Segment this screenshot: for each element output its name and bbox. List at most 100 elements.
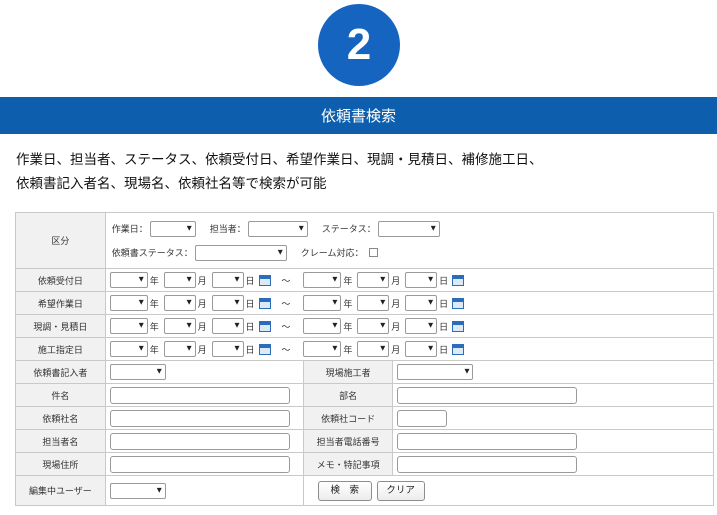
button-cell: 検 索 クリア [302,475,715,506]
day-select[interactable] [405,295,438,311]
year-select[interactable] [303,341,342,357]
day-unit: 日 [245,299,255,310]
date-row: 希望作業日 年 月 日 ～ 年 月 日 [15,291,715,315]
month-unit: 月 [391,345,401,356]
henshuu-user-select[interactable] [109,482,166,499]
kinyusha-select[interactable] [109,364,166,380]
kenmei-cell [104,383,304,407]
tantousha-select[interactable] [247,220,308,237]
month-unit: 月 [197,299,207,310]
tantousha-name-input[interactable] [109,432,290,450]
month-select[interactable] [357,341,390,357]
range-tilde: ～ [281,276,291,287]
day-unit: 日 [245,345,255,356]
date-row: 依頼受付日 年 月 日 ～ 年 月 日 [15,268,715,292]
calendar-icon[interactable] [258,343,271,355]
search-button[interactable]: 検 索 [317,480,372,501]
description-line: 依頼書記入者名、現場名、依頼社名等で検索が可能 [16,176,327,192]
year-unit: 年 [343,299,353,310]
tantousha-label: 担当者： [209,225,246,235]
month-select[interactable] [163,295,196,311]
calendar-icon[interactable] [452,274,465,286]
henshuu-user-cell [104,475,304,506]
range-tilde: ～ [281,299,291,310]
calendar-icon[interactable] [258,297,271,309]
calendar-icon[interactable] [452,320,465,332]
memo-cell [392,452,714,476]
month-unit: 月 [197,276,207,287]
tantousha-name-label: 担当者名 [15,429,106,453]
day-select[interactable] [211,272,244,288]
year-unit: 年 [149,276,159,287]
year-select[interactable] [109,295,148,311]
month-select[interactable] [163,341,196,357]
genba-sekou-label: 現場施工者 [302,360,394,384]
search-description: 作業日、担当者、ステータス、依頼受付日、希望作業日、現調・見積日、補修施工日、 … [16,148,706,196]
irai-status-select[interactable] [194,244,287,261]
banner-title: 依頼書検索 [320,107,396,125]
heyamei-input[interactable] [397,386,578,404]
status-label: ステータス： [321,225,376,235]
genba-address-cell [104,452,304,476]
day-select[interactable] [405,341,438,357]
iraisha-code-input[interactable] [397,409,448,427]
year-select[interactable] [109,341,148,357]
memo-input[interactable] [397,455,578,473]
day-select[interactable] [211,318,244,334]
month-unit: 月 [391,322,401,333]
clear-button[interactable]: クリア [376,480,425,501]
year-select[interactable] [109,318,148,334]
date-range-cell: 年 月 日 ～ 年 月 日 [104,337,715,361]
year-select[interactable] [303,295,342,311]
tantousha-tel-input[interactable] [397,432,578,450]
range-tilde: ～ [281,345,291,356]
sagyoubi-label: 作業日： [111,225,148,235]
year-unit: 年 [343,345,353,356]
day-unit: 日 [439,299,449,310]
calendar-icon[interactable] [452,297,465,309]
date-row: 現調・見積日 年 月 日 ～ 年 月 日 [15,314,715,338]
year-select[interactable] [303,272,342,288]
date-range-cell: 年 月 日 ～ 年 月 日 [104,268,715,292]
month-select[interactable] [163,272,196,288]
month-select[interactable] [163,318,196,334]
day-select[interactable] [211,295,244,311]
date-row-label: 依頼受付日 [15,268,106,292]
iraisha-code-label: 依頼社コード [302,406,394,430]
calendar-icon[interactable] [258,320,271,332]
day-unit: 日 [245,276,255,287]
range-tilde: ～ [281,322,291,333]
month-select[interactable] [357,295,390,311]
tantousha-tel-cell [392,429,714,453]
day-unit: 日 [439,322,449,333]
month-select[interactable] [357,318,390,334]
month-select[interactable] [357,272,390,288]
iraisha-cell [104,406,304,430]
description-line: 作業日、担当者、ステータス、依頼受付日、希望作業日、現調・見積日、補修施工日、 [16,152,543,168]
genba-sekou-select[interactable] [397,364,474,380]
year-unit: 年 [343,276,353,287]
tantousha-name-cell [104,429,304,453]
status-select[interactable] [377,220,440,237]
year-select[interactable] [109,272,148,288]
day-select[interactable] [405,272,438,288]
year-select[interactable] [303,318,342,334]
date-row-label: 現調・見積日 [15,314,106,338]
kinyusha-cell [104,360,304,384]
day-select[interactable] [405,318,438,334]
calendar-icon[interactable] [452,343,465,355]
genba-sekou-cell [392,360,714,384]
date-row-label: 希望作業日 [15,291,106,315]
claim-checkbox[interactable] [368,248,378,257]
sagyoubi-select[interactable] [149,220,196,237]
kenmei-input[interactable] [109,386,290,404]
kubun-label: 区分 [15,212,106,269]
date-row-label: 施工指定日 [15,337,106,361]
iraisha-code-cell [392,406,714,430]
kubun-cell: 作業日： 担当者： ステータス： 依頼書ステータス： クレーム対応： [104,212,715,269]
calendar-icon[interactable] [258,274,271,286]
day-select[interactable] [211,341,244,357]
iraisha-input[interactable] [109,409,290,427]
genba-address-input[interactable] [109,455,290,473]
month-unit: 月 [197,345,207,356]
